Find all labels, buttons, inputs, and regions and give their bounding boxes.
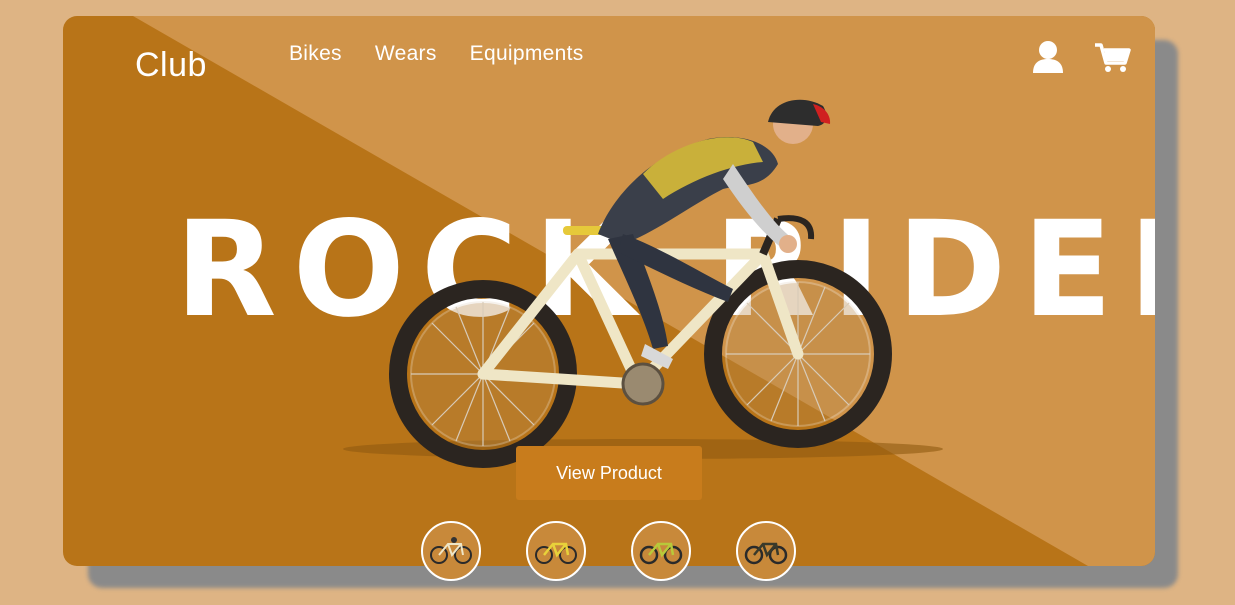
view-product-button[interactable]: View Product [516, 446, 702, 500]
bike-thumbnails [421, 521, 801, 583]
bike-thumb-2[interactable] [526, 521, 586, 581]
cart-icon[interactable] [1095, 42, 1131, 74]
bike-thumbnail-icon [535, 542, 577, 564]
nav-wears[interactable]: Wears [375, 42, 437, 66]
logo[interactable]: Club [135, 46, 207, 85]
bike-thumb-1[interactable] [421, 521, 481, 581]
bike-thumbnail-icon [430, 537, 472, 564]
main-nav: Bikes Wears Equipments [289, 42, 584, 66]
cyclist-illustration [343, 99, 943, 468]
nav-equipments[interactable]: Equipments [470, 42, 584, 66]
hero-card: Club Bikes Wears Equipments ROCK RIDER [63, 16, 1155, 566]
bike-thumbnail-icon [744, 542, 788, 565]
bike-thumbnail-icon [639, 542, 683, 565]
bike-thumb-4[interactable] [736, 521, 796, 581]
user-icon[interactable] [1031, 40, 1065, 74]
bike-thumb-3[interactable] [631, 521, 691, 581]
nav-bikes[interactable]: Bikes [289, 42, 342, 66]
